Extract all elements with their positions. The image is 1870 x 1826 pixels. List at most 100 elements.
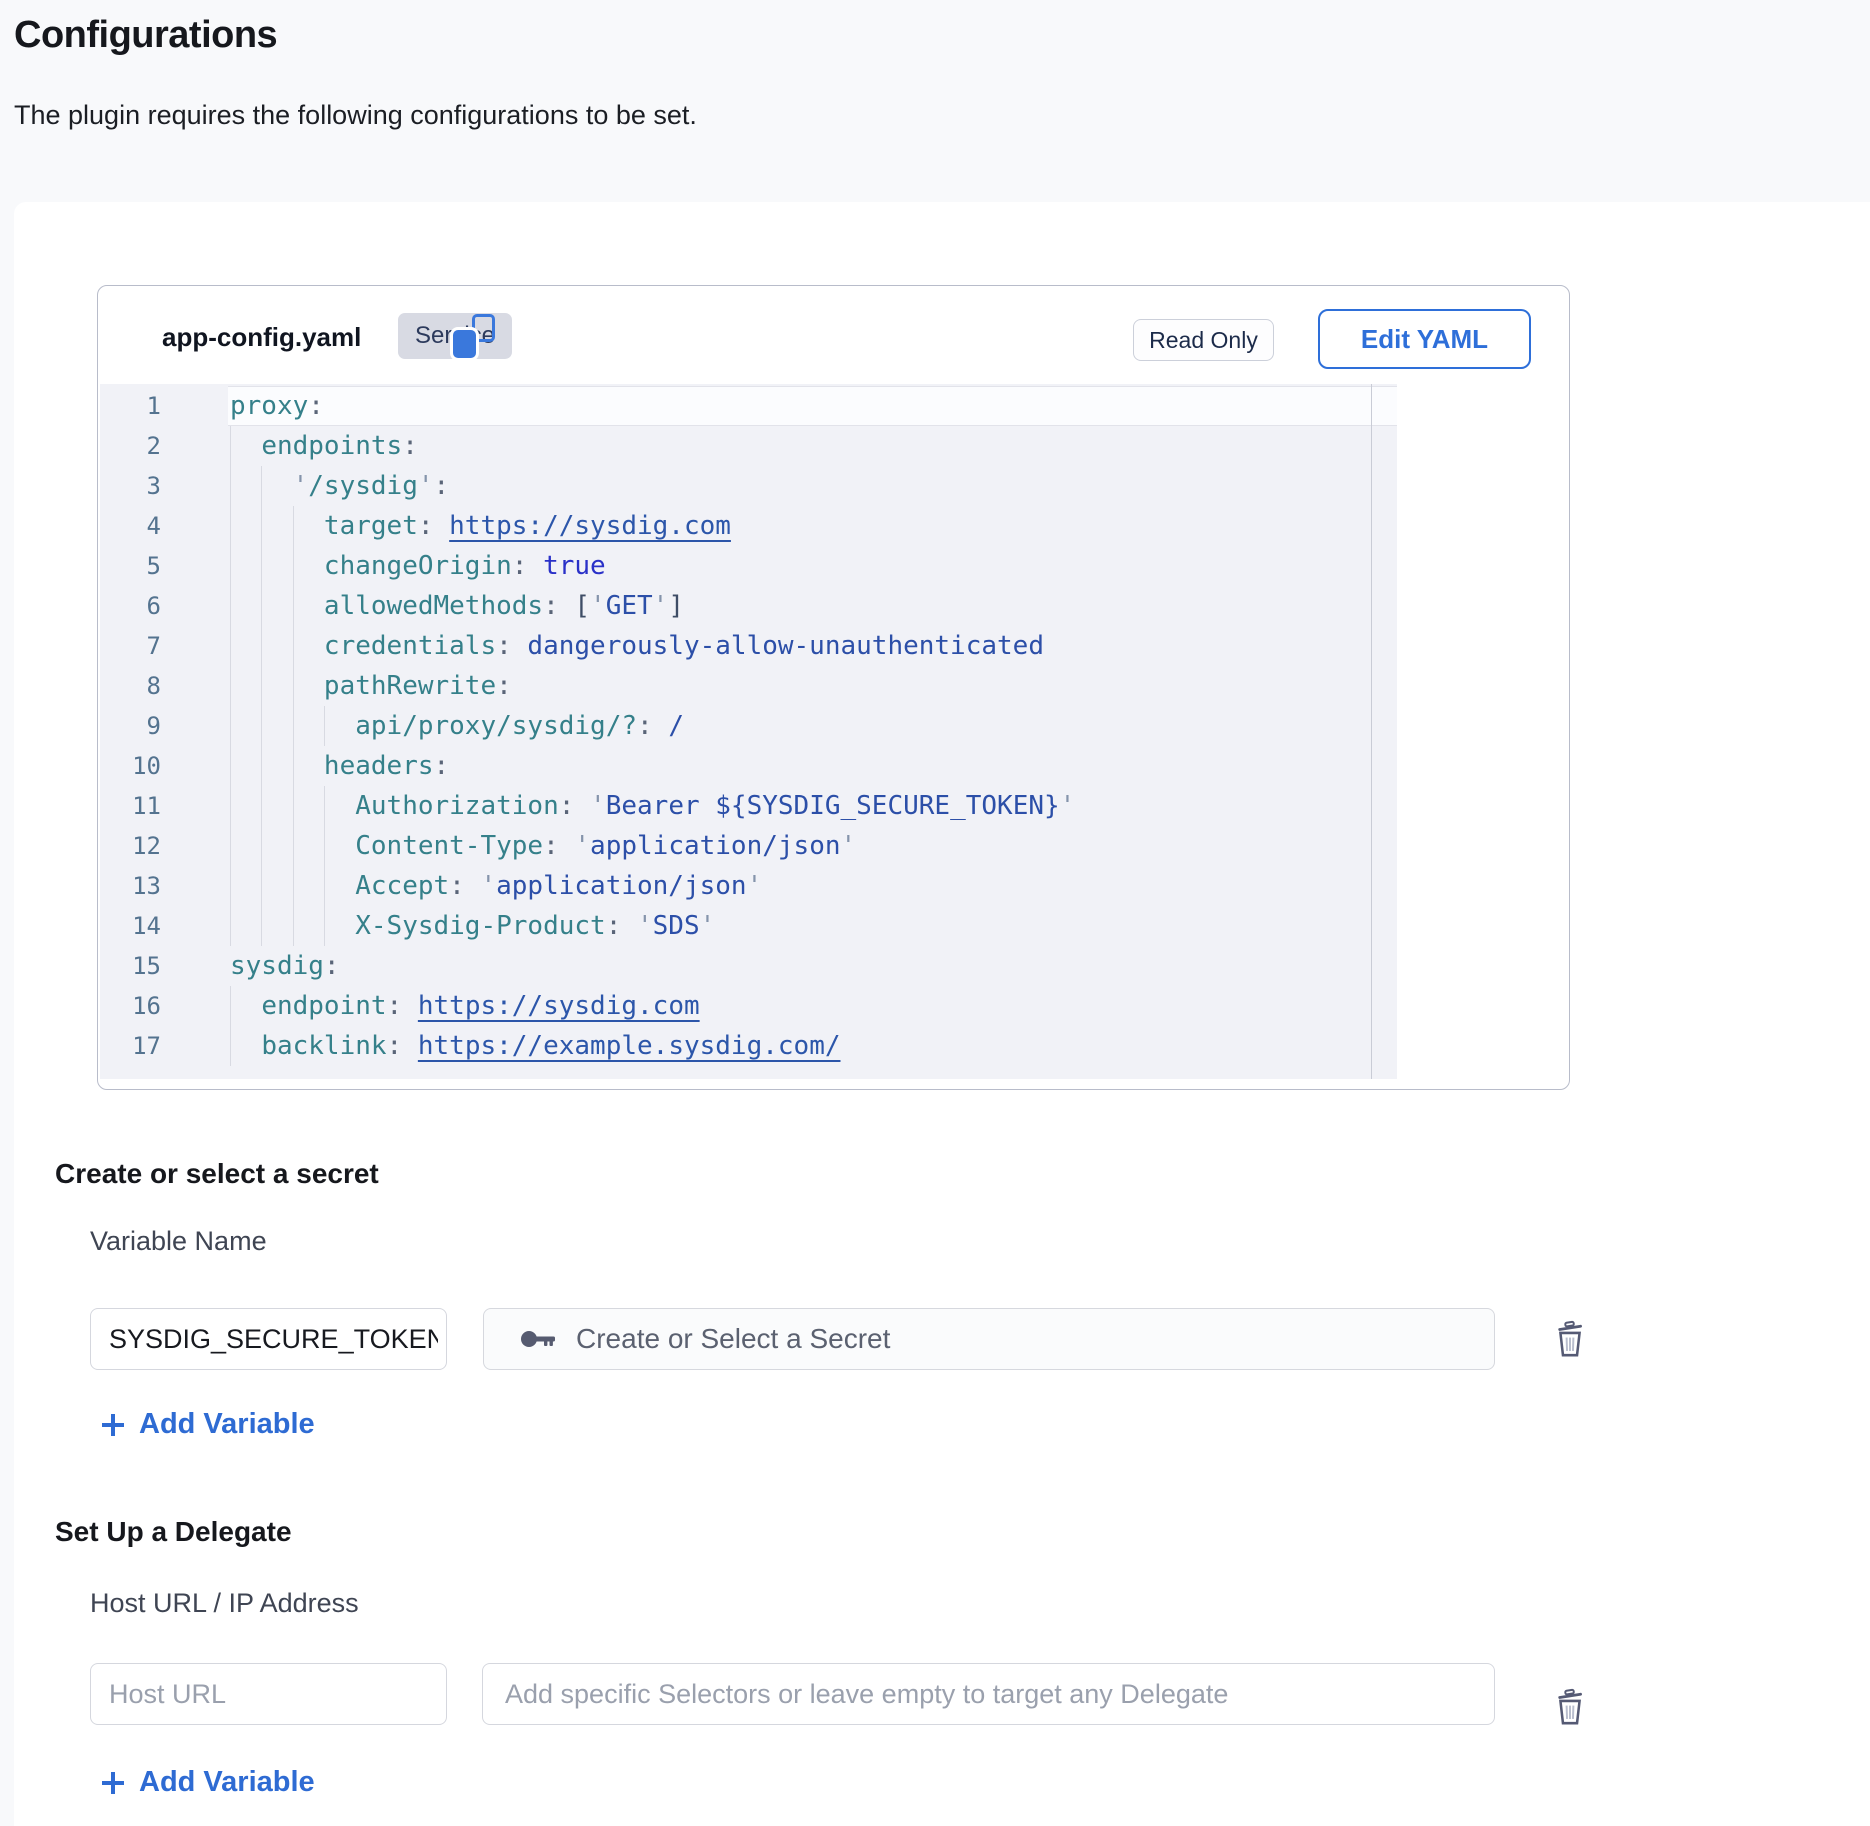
indent-guide bbox=[293, 666, 294, 706]
code-line-9: 9 api/proxy/sysdig/?: / bbox=[100, 706, 1397, 746]
indent-guide bbox=[261, 626, 262, 666]
secret-picker[interactable]: Create or Select a Secret bbox=[483, 1308, 1495, 1370]
line-number: 2 bbox=[100, 426, 161, 466]
secret-section-heading: Create or select a secret bbox=[55, 1158, 379, 1190]
code-line-14: 14 X-Sysdig-Product: 'SDS' bbox=[100, 906, 1397, 946]
read-only-badge: Read Only bbox=[1133, 319, 1274, 361]
indent-guide bbox=[261, 706, 262, 746]
line-number: 8 bbox=[100, 666, 161, 706]
minimap-ruler bbox=[1371, 384, 1397, 1079]
page-subtitle: The plugin requires the following config… bbox=[14, 100, 697, 131]
line-number: 1 bbox=[100, 386, 161, 426]
indent-guide bbox=[293, 706, 294, 746]
indent-guide bbox=[230, 786, 231, 826]
indent-guide bbox=[261, 746, 262, 786]
code-line-11: 11 Authorization: 'Bearer ${SYSDIG_SECUR… bbox=[100, 786, 1397, 826]
code-line-6: 6 allowedMethods: ['GET'] bbox=[100, 586, 1397, 626]
indent-guide bbox=[324, 826, 325, 866]
add-variable-label: Add Variable bbox=[139, 1408, 315, 1441]
indent-guide bbox=[293, 866, 294, 906]
variable-name-input[interactable] bbox=[90, 1308, 447, 1370]
indent-guide bbox=[230, 586, 231, 626]
add-variable-label: Add Variable bbox=[139, 1766, 315, 1799]
line-number: 12 bbox=[100, 826, 161, 866]
indent-guide bbox=[230, 426, 231, 466]
code-line-16: 16 endpoint: https://sysdig.com bbox=[100, 986, 1397, 1026]
indent-guide bbox=[230, 1026, 231, 1066]
indent-guide bbox=[293, 586, 294, 626]
yaml-editor[interactable]: 1proxy:2 endpoints:3 '/sysdig':4 target:… bbox=[100, 384, 1397, 1079]
delete-delegate-button[interactable] bbox=[1553, 1688, 1587, 1726]
yaml-editor-lines: 1proxy:2 endpoints:3 '/sysdig':4 target:… bbox=[100, 386, 1397, 1066]
line-number: 9 bbox=[100, 706, 161, 746]
indent-guide bbox=[230, 746, 231, 786]
configurations-page: Configurations The plugin requires the f… bbox=[0, 0, 1870, 1826]
indent-guide bbox=[230, 866, 231, 906]
line-number: 3 bbox=[100, 466, 161, 506]
secret-picker-label: Create or Select a Secret bbox=[576, 1323, 890, 1355]
indent-guide bbox=[261, 506, 262, 546]
indent-guide bbox=[230, 826, 231, 866]
code-line-12: 12 Content-Type: 'application/json' bbox=[100, 826, 1397, 866]
add-variable-button-delegate[interactable]: Add Variable bbox=[100, 1766, 315, 1799]
copy-icon-front bbox=[453, 330, 476, 358]
yaml-editor-card: app-config.yaml Service Read Only Edit Y… bbox=[97, 285, 1570, 1090]
variable-name-label: Variable Name bbox=[90, 1226, 267, 1257]
code-line-17: 17 backlink: https://example.sysdig.com/ bbox=[100, 1026, 1397, 1066]
delegate-selectors-input[interactable] bbox=[482, 1663, 1495, 1725]
code-line-5: 5 changeOrigin: true bbox=[100, 546, 1397, 586]
delete-variable-button[interactable] bbox=[1553, 1320, 1587, 1358]
indent-guide bbox=[261, 586, 262, 626]
edit-yaml-button[interactable]: Edit YAML bbox=[1318, 309, 1531, 369]
add-variable-button-secret[interactable]: Add Variable bbox=[100, 1408, 315, 1441]
indent-guide bbox=[230, 546, 231, 586]
line-number: 4 bbox=[100, 506, 161, 546]
host-url-label: Host URL / IP Address bbox=[90, 1588, 359, 1619]
line-number: 16 bbox=[100, 986, 161, 1026]
plus-icon bbox=[100, 1770, 126, 1796]
indent-guide bbox=[261, 866, 262, 906]
delegate-section-heading: Set Up a Delegate bbox=[55, 1516, 292, 1548]
code-line-10: 10 headers: bbox=[100, 746, 1397, 786]
indent-guide bbox=[261, 466, 262, 506]
code-line-1: 1proxy: bbox=[100, 386, 1397, 426]
line-number: 13 bbox=[100, 866, 161, 906]
indent-guide bbox=[230, 906, 231, 946]
line-number: 11 bbox=[100, 786, 161, 826]
code-link[interactable]: https://sysdig.com bbox=[418, 991, 700, 1021]
indent-guide bbox=[324, 866, 325, 906]
indent-guide bbox=[261, 906, 262, 946]
code-line-4: 4 target: https://sysdig.com bbox=[100, 506, 1397, 546]
indent-guide bbox=[230, 626, 231, 666]
code-line-15: 15sysdig: bbox=[100, 946, 1397, 986]
code-line-8: 8 pathRewrite: bbox=[100, 666, 1397, 706]
indent-guide bbox=[324, 786, 325, 826]
code-link[interactable]: https://example.sysdig.com/ bbox=[418, 1031, 841, 1061]
line-number: 6 bbox=[100, 586, 161, 626]
line-number: 5 bbox=[100, 546, 161, 586]
indent-guide bbox=[293, 906, 294, 946]
host-url-input[interactable] bbox=[90, 1663, 447, 1725]
indent-guide bbox=[261, 786, 262, 826]
line-number: 7 bbox=[100, 626, 161, 666]
code-line-7: 7 credentials: dangerously-allow-unauthe… bbox=[100, 626, 1397, 666]
indent-guide bbox=[293, 826, 294, 866]
indent-guide bbox=[230, 986, 231, 1026]
indent-guide bbox=[293, 546, 294, 586]
page-title: Configurations bbox=[14, 14, 277, 57]
code-line-3: 3 '/sysdig': bbox=[100, 466, 1397, 506]
line-number: 17 bbox=[100, 1026, 161, 1066]
plus-icon bbox=[100, 1412, 126, 1438]
trash-icon bbox=[1553, 1320, 1587, 1358]
indent-guide bbox=[261, 666, 262, 706]
indent-guide bbox=[293, 626, 294, 666]
code-line-2: 2 endpoints: bbox=[100, 426, 1397, 466]
trash-icon bbox=[1553, 1688, 1587, 1726]
code-link[interactable]: https://sysdig.com bbox=[449, 511, 731, 541]
line-number: 14 bbox=[100, 906, 161, 946]
yaml-filename: app-config.yaml bbox=[162, 322, 361, 353]
indent-guide bbox=[230, 706, 231, 746]
copy-icon[interactable] bbox=[453, 314, 495, 358]
indent-guide bbox=[324, 706, 325, 746]
key-icon bbox=[520, 1327, 560, 1351]
